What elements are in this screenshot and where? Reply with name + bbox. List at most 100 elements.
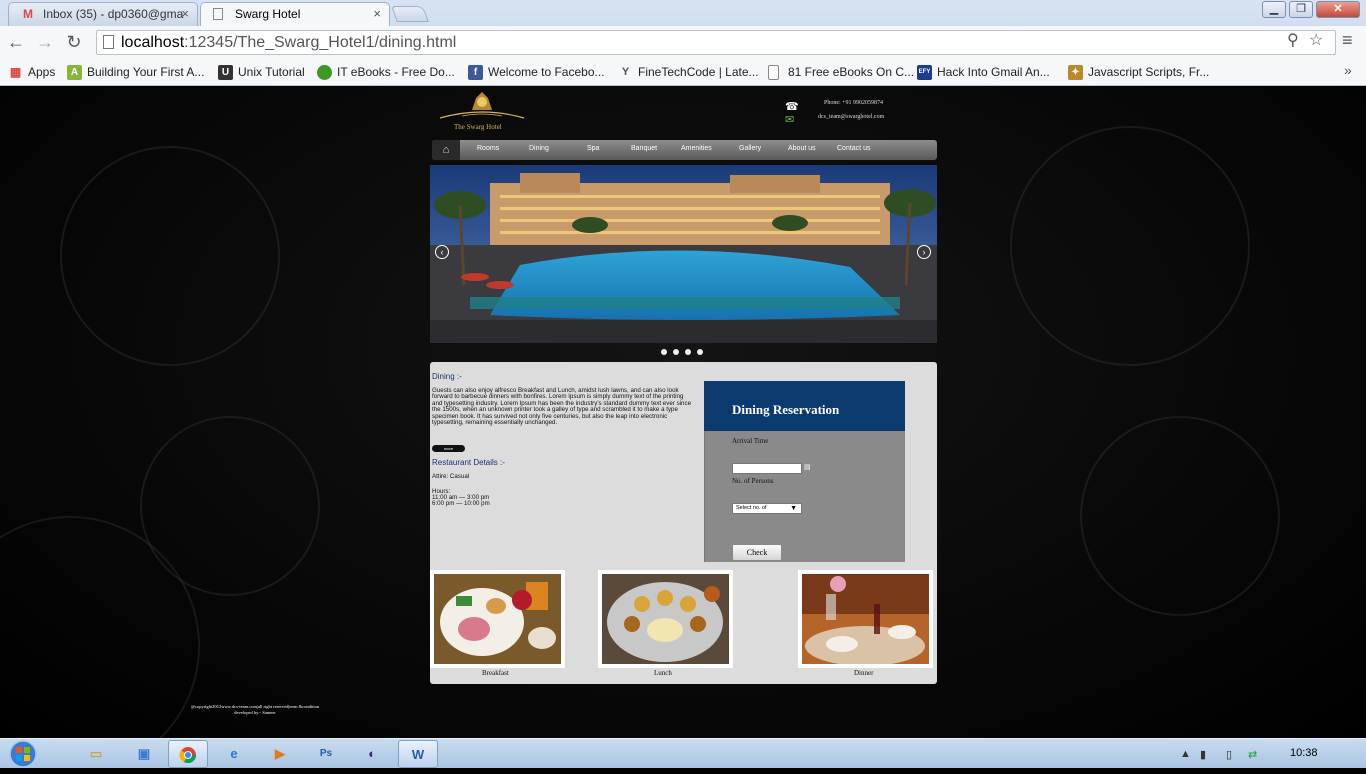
tab-close-icon[interactable]: × [181, 3, 189, 25]
word-icon[interactable]: W [398, 740, 438, 768]
zoom-search-icon[interactable]: ⚲ [1287, 30, 1299, 50]
nav-banquet[interactable]: Banquet [631, 140, 657, 160]
nav-dining[interactable]: Dining [529, 140, 549, 160]
slider-next-arrow[interactable]: › [917, 245, 931, 259]
nav-about-us[interactable]: About us [788, 140, 816, 160]
media-player-icon[interactable]: ▶ [260, 740, 300, 768]
nav-rooms[interactable]: Rooms [477, 140, 499, 160]
persons-select[interactable]: Select no. of ▼ [732, 503, 802, 514]
slider-dot[interactable] [661, 349, 667, 355]
ie-icon[interactable]: e [214, 740, 254, 768]
dining-reservation-form: Dining Reservation Arrival Time ▤ No. of… [704, 381, 905, 562]
reservation-header: Dining Reservation [704, 381, 905, 431]
bookmarks-bar: ▦ Apps A Building Your First A... U Unix Tu… [0, 59, 1366, 86]
bookmark-unix-tutorial[interactable]: U Unix Tutorial [218, 62, 305, 82]
bookmark-apps[interactable]: ▦ Apps [8, 62, 56, 82]
breakfast-label: Breakfast [482, 669, 509, 677]
reload-button[interactable]: ↻ [62, 30, 86, 54]
system-clock[interactable]: 10:38 [1290, 747, 1318, 759]
chrome-logo [179, 747, 197, 764]
lunch-photo[interactable] [598, 570, 733, 668]
calendar-icon[interactable]: ▤ [804, 463, 811, 471]
slider-prev-arrow[interactable]: ‹ [435, 245, 449, 259]
dining-description: Guests can also enjoy alfresco Breakfast… [432, 387, 692, 427]
arrival-time-label: Arrival Time [732, 437, 769, 445]
close-window-button[interactable]: ✕ [1316, 1, 1360, 18]
email-address[interactable]: dcs_team@swarghotel.com [818, 114, 884, 120]
bookmark-it-ebooks[interactable]: IT eBooks - Free Do... [317, 62, 455, 82]
slider-dot[interactable] [697, 349, 703, 355]
url-host: localhost [121, 34, 185, 51]
android-icon: A [67, 65, 82, 80]
bookmark-star-icon[interactable]: ☆ [1309, 30, 1323, 50]
dining-content-panel: Dining :- Guests can also enjoy alfresco… [430, 362, 937, 684]
phone-icon: ☎ [785, 101, 799, 113]
slider-dot[interactable] [685, 349, 691, 355]
home-icon[interactable]: ⌂ [432, 140, 460, 160]
back-button[interactable]: ← [4, 30, 28, 54]
start-button[interactable] [6, 739, 46, 769]
minimize-button[interactable]: ▁ [1262, 1, 1286, 18]
bookmark-free-ebooks[interactable]: 81 Free eBooks On C... [768, 62, 914, 82]
tab-title: Swarg Hotel [235, 7, 301, 21]
tray-expand-icon[interactable]: ▲ [1180, 748, 1191, 760]
script-icon: ✦ [1068, 65, 1083, 80]
bookmarks-more-icon[interactable]: » [1344, 62, 1352, 78]
arrival-time-input[interactable] [732, 463, 802, 474]
chevron-down-icon: ▼ [790, 505, 797, 512]
tab-close-icon[interactable]: × [373, 3, 381, 25]
developer-credit: developed by:- Sameer [234, 710, 276, 715]
lunch-label: Lunch [654, 669, 672, 677]
attire-text: Attire: Casual [432, 473, 470, 480]
breakfast-image [434, 574, 561, 664]
nav-spa[interactable]: Spa [587, 140, 599, 160]
hotel-logo[interactable]: The Swarg Hotel [432, 88, 532, 132]
eclipse-icon[interactable]: ◐ [352, 740, 392, 768]
tab-swarg-hotel[interactable]: Swarg Hotel × [200, 2, 390, 26]
photoshop-icon[interactable]: Ps [306, 740, 346, 768]
bookmark-facebook[interactable]: f Welcome to Facebo... [468, 62, 605, 82]
bookmark-building-app[interactable]: A Building Your First A... [67, 62, 204, 82]
browser-toolbar: ← → ↻ localhost:12345/The_Swarg_Hotel1/d… [0, 26, 1366, 59]
url-path: :12345/The_Swarg_Hotel1/dining.html [184, 34, 457, 51]
check-button[interactable]: Check [732, 544, 782, 561]
bookmark-hack-gmail[interactable]: EFY Hack Into Gmail An... [917, 62, 1050, 82]
dinner-image [802, 574, 929, 666]
nav-amenities[interactable]: Amenities [681, 140, 712, 160]
nav-contact-us[interactable]: Contact us [837, 140, 870, 160]
bookmark-finetechcode[interactable]: Y FineTechCode | Late... [618, 62, 759, 82]
windows-explorer-icon[interactable]: ▣ [124, 740, 164, 768]
reservation-title: Dining Reservation [732, 402, 840, 417]
network-signal-icon[interactable]: ▮ [1200, 748, 1206, 761]
maximize-button[interactable]: ❐ [1289, 1, 1313, 18]
tab-strip: M Inbox (35) - dp0360@gma × Swarg Hotel … [0, 0, 1366, 26]
breakfast-photo[interactable] [430, 570, 565, 668]
facebook-icon: f [468, 65, 483, 80]
forward-button[interactable]: → [33, 30, 57, 54]
dining-title: Dining :- [432, 372, 462, 381]
nav-gallery[interactable]: Gallery [739, 140, 761, 160]
sync-icon[interactable]: ⇄ [1248, 748, 1257, 761]
new-tab-button[interactable] [391, 6, 429, 22]
chrome-icon[interactable] [168, 740, 208, 768]
address-bar[interactable]: localhost:12345/The_Swarg_Hotel1/dining.… [96, 30, 1336, 55]
bookmark-javascript-scripts[interactable]: ✦ Javascript Scripts, Fr... [1068, 62, 1209, 82]
restaurant-details-title: Restaurant Details :- [432, 458, 505, 467]
lunch-image [602, 574, 729, 664]
chrome-menu-icon[interactable]: ≡ [1342, 30, 1353, 51]
unix-icon: U [218, 65, 233, 80]
battery-icon[interactable]: ▯ [1226, 748, 1232, 761]
tab-gmail-inbox[interactable]: M Inbox (35) - dp0360@gma × [8, 2, 198, 26]
windows-logo-icon [9, 740, 37, 768]
page-info-icon[interactable] [103, 35, 114, 49]
dinner-label: Dinner [854, 669, 874, 677]
page-icon [213, 8, 223, 20]
page-footer: @copyright2012www.dcs-team.com|all right… [150, 704, 360, 716]
more-button[interactable]: more [432, 445, 465, 452]
slider-dot[interactable] [673, 349, 679, 355]
hotel-image-slider[interactable]: ‹ › [430, 165, 937, 343]
persons-select-value: Select no. of [736, 505, 767, 511]
persons-label: No. of Persons [732, 477, 774, 485]
dinner-photo[interactable] [798, 570, 933, 668]
explorer-icon[interactable]: ▭ [76, 740, 116, 768]
